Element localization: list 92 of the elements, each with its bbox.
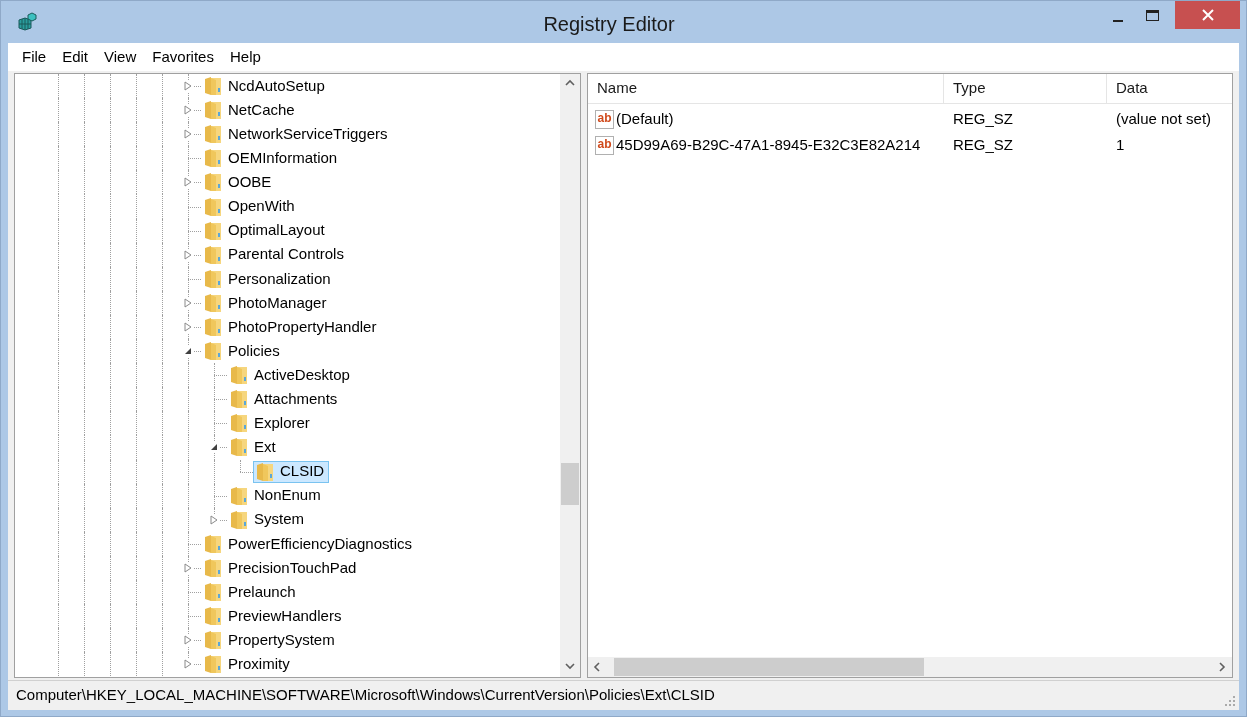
string-value-icon: ab	[595, 109, 614, 129]
folder-icon	[204, 100, 222, 121]
tree-item[interactable]: Proximity	[201, 653, 295, 676]
registry-cubes-icon[interactable]	[17, 12, 37, 32]
scroll-thumb[interactable]	[561, 463, 579, 505]
folder-icon	[204, 76, 222, 97]
menu-item[interactable]: Help	[221, 45, 269, 69]
menu-item[interactable]: Edit	[54, 45, 97, 69]
folder-icon	[204, 533, 222, 554]
collapsed-triangle-icon[interactable]	[184, 562, 192, 573]
scroll-thumb[interactable]	[614, 658, 924, 676]
value-name[interactable]: (Default)	[616, 107, 674, 131]
value-type: REG_SZ	[953, 109, 1013, 127]
tree-item[interactable]: OOBE	[201, 171, 277, 194]
tree-item[interactable]: PropertySystem	[201, 629, 340, 652]
tree-item[interactable]: Parental Controls	[201, 243, 349, 266]
folder-icon	[204, 292, 222, 313]
string-value-icon: ab	[595, 135, 614, 155]
collapsed-triangle-icon[interactable]	[184, 81, 192, 92]
close-button[interactable]	[1175, 1, 1240, 29]
collapsed-triangle-icon[interactable]	[184, 635, 192, 646]
folder-icon	[204, 557, 222, 578]
status-path: Computer\HKEY_LOCAL_MACHINE\SOFTWARE\Microsoft\Windows\CurrentVersion\Policies\Ext\CLSID	[16, 685, 716, 706]
collapsed-triangle-icon[interactable]	[184, 129, 192, 140]
folder-icon	[204, 268, 222, 289]
tree-item[interactable]: PreviewHandlers	[201, 605, 347, 628]
tree-item[interactable]: OptimalLayout	[201, 219, 330, 242]
tree-item[interactable]: OpenWith	[201, 195, 300, 218]
collapsed-triangle-icon[interactable]	[184, 297, 192, 308]
tree-item[interactable]: CLSID	[253, 460, 330, 483]
tree-item[interactable]: ActiveDesktop	[227, 364, 355, 387]
tree-item[interactable]: Personalization	[201, 267, 336, 290]
folder-icon	[204, 220, 222, 241]
tree-item[interactable]: PhotoPropertyHandler	[201, 315, 382, 339]
resize-grip-icon[interactable]	[1225, 696, 1235, 706]
tree-item[interactable]: PhotoManager	[201, 291, 332, 314]
folder-icon	[204, 606, 222, 627]
collapsed-triangle-icon[interactable]	[184, 177, 192, 188]
column-header[interactable]: Data	[1107, 74, 1232, 103]
tree-item[interactable]: NetCache	[201, 99, 300, 122]
value-name[interactable]: 45D99A69-B29C-47A1-8945-E32C3E82A214	[616, 133, 921, 157]
collapsed-triangle-icon[interactable]	[184, 105, 192, 116]
tree-item[interactable]: NetworkServiceTriggers	[201, 123, 393, 146]
folder-icon	[256, 461, 274, 482]
value-type: REG_SZ	[953, 135, 1013, 153]
column-header[interactable]: Type	[944, 74, 1107, 103]
minimize-icon	[1113, 20, 1123, 22]
menu-item[interactable]: Favorites	[144, 45, 222, 69]
folder-icon	[204, 341, 222, 362]
collapsed-triangle-icon[interactable]	[184, 322, 192, 332]
tree-item[interactable]: Prelaunch	[201, 580, 301, 604]
folder-icon	[204, 148, 222, 169]
folder-icon	[204, 172, 222, 193]
tree-item[interactable]: Ext	[227, 436, 281, 459]
menu-item[interactable]: View	[96, 45, 145, 69]
value-data: 1	[1116, 135, 1125, 153]
tree-item[interactable]: PowerEfficiencyDiagnostics	[201, 532, 417, 555]
collapsed-triangle-icon[interactable]	[184, 249, 192, 260]
value-data: (value not set)	[1116, 109, 1212, 127]
tree-item[interactable]: PrecisionTouchPad	[201, 556, 362, 579]
tree-item[interactable]: NonEnum	[227, 484, 326, 507]
folder-icon	[230, 509, 248, 530]
folder-icon	[204, 654, 222, 675]
maximize-icon	[1145, 9, 1159, 21]
folder-icon	[204, 582, 222, 602]
tree-item[interactable]: Attachments	[227, 388, 343, 411]
column-header[interactable]: Name	[588, 74, 944, 103]
folder-icon	[230, 389, 248, 410]
folder-icon	[230, 437, 248, 458]
collapsed-triangle-icon[interactable]	[184, 659, 192, 670]
tree-item[interactable]: System	[227, 508, 309, 531]
folder-icon	[230, 485, 248, 506]
horizontal-scrollbar[interactable]	[588, 657, 1232, 677]
tree-item[interactable]: NcdAutoSetup	[201, 75, 330, 98]
close-icon	[1201, 9, 1214, 21]
scroll-right-icon[interactable]	[1216, 661, 1228, 673]
folder-icon	[204, 630, 222, 651]
menu-item[interactable]: File	[14, 45, 55, 69]
window-title: Registry Editor	[542, 12, 676, 37]
folder-icon	[204, 244, 222, 265]
tree-item[interactable]: OEMInformation	[201, 147, 343, 170]
folder-icon	[230, 365, 248, 386]
tree-item[interactable]: Policies	[201, 340, 285, 363]
vertical-scrollbar[interactable]	[560, 74, 580, 677]
folder-icon	[204, 124, 222, 145]
folder-icon	[204, 317, 222, 337]
tree-item[interactable]: Explorer	[227, 412, 315, 435]
expanded-triangle-icon[interactable]	[184, 347, 192, 356]
folder-icon	[204, 196, 222, 217]
folder-icon	[230, 413, 248, 434]
expanded-triangle-icon[interactable]	[210, 443, 218, 452]
collapsed-triangle-icon[interactable]	[210, 514, 218, 525]
